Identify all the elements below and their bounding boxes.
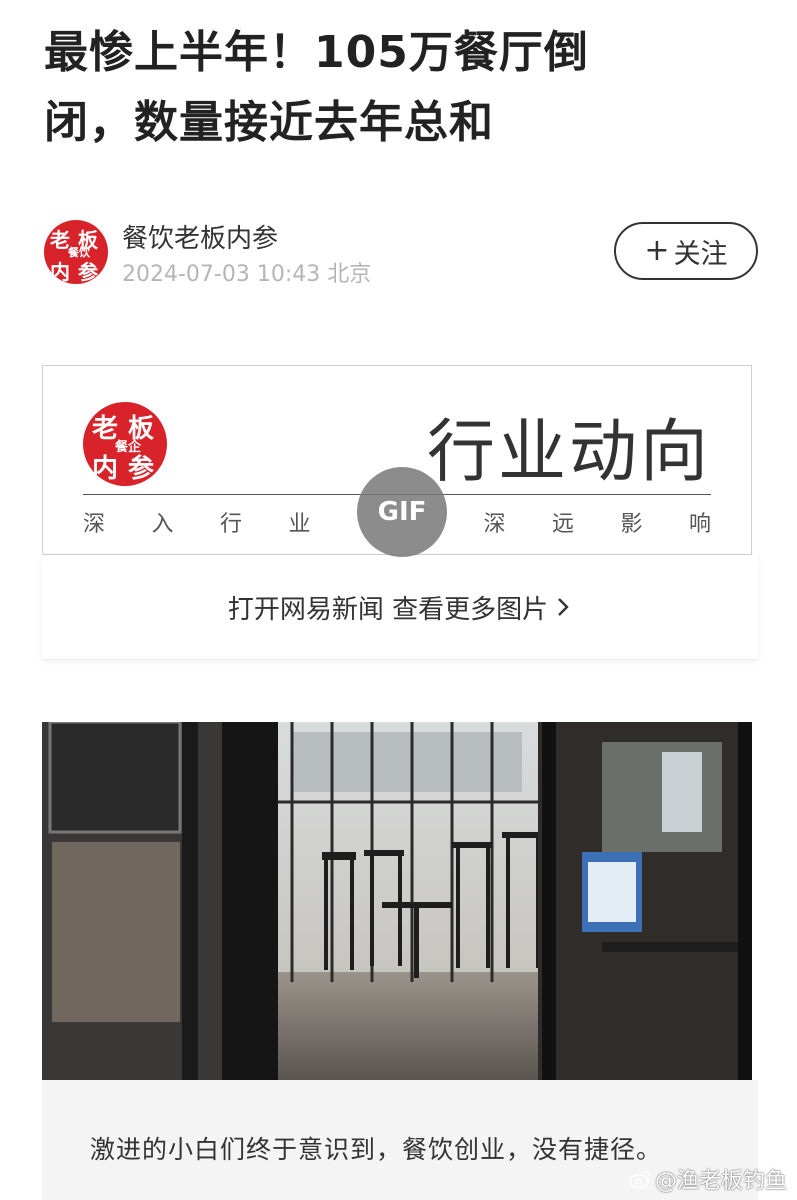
slogan-char: 入 bbox=[151, 512, 174, 537]
restaurant-interior-illustration bbox=[42, 722, 752, 1080]
author-row: 老 板 餐饮 内 参 餐饮老板内参 2024-07-03 10:43 北京 + … bbox=[44, 218, 758, 287]
article-paragraph: 激进的小白们终于意识到，餐饮创业，没有捷径。 bbox=[90, 1135, 663, 1164]
slogan-char: 远 bbox=[551, 512, 574, 537]
banner-headline: 行业动向 bbox=[426, 413, 711, 492]
author-name[interactable]: 餐饮老板内参 bbox=[122, 218, 278, 255]
open-app-label: 打开网易新闻 查看更多图片 bbox=[227, 594, 549, 625]
slogan-char: 业 bbox=[288, 512, 311, 537]
restaurant-photo[interactable] bbox=[42, 722, 752, 1080]
slogan-char: 深 bbox=[83, 512, 106, 537]
gif-badge[interactable]: GIF bbox=[357, 467, 447, 557]
slogan-char: 影 bbox=[620, 512, 643, 537]
open-app-more-images-link[interactable]: 打开网易新闻 查看更多图片 bbox=[42, 555, 758, 660]
follow-button[interactable]: + 关注 bbox=[614, 222, 758, 280]
weibo-icon bbox=[629, 1170, 650, 1189]
plus-icon: + bbox=[644, 233, 670, 268]
publish-datetime: 2024-07-03 10:43 北京 bbox=[122, 262, 372, 287]
author-avatar[interactable]: 老 板 餐饮 内 参 bbox=[44, 220, 108, 284]
article-title-line-1: 最惨上半年！105万餐厅倒 bbox=[44, 27, 589, 78]
article-title: 最惨上半年！105万餐厅倒 闭，数量接近去年总和 bbox=[44, 18, 744, 158]
weibo-watermark: @渔老板钓鱼 bbox=[629, 1163, 787, 1195]
follow-label: 关注 bbox=[673, 238, 728, 270]
slogan-char: 行 bbox=[220, 512, 243, 537]
chevron-right-icon bbox=[558, 598, 569, 616]
brand-logo-seal: 老 板 餐企 内 参 bbox=[83, 402, 167, 486]
article-title-line-2: 闭，数量接近去年总和 bbox=[44, 97, 494, 148]
slogan-char: 深 bbox=[483, 512, 506, 537]
slogan-char: 响 bbox=[688, 512, 711, 537]
watermark-text: @渔老板钓鱼 bbox=[654, 1169, 787, 1194]
